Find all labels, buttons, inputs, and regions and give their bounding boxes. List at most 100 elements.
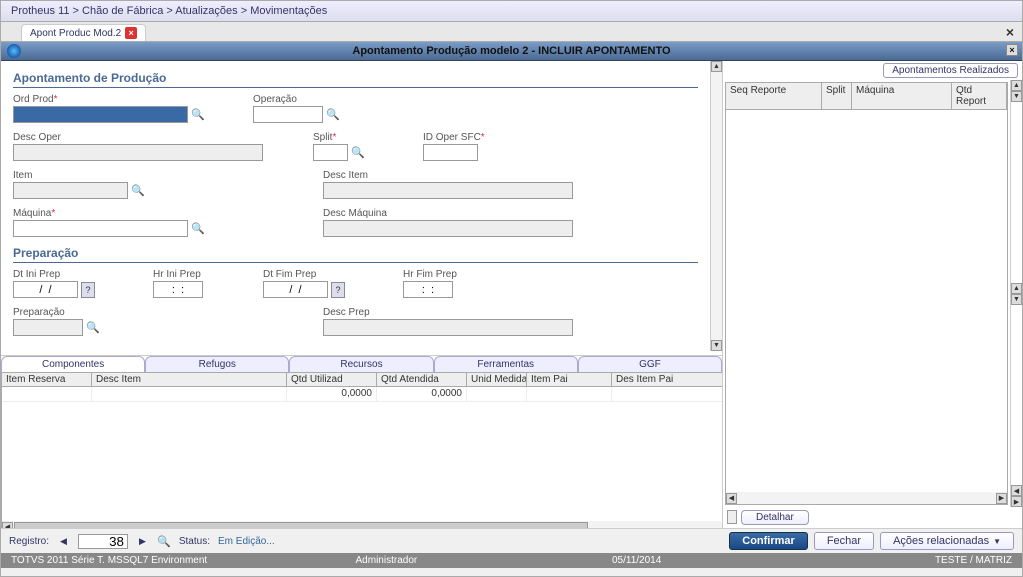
col-qtd-utilizad[interactable]: Qtd Utilizad [287,373,377,386]
col-item-reserva[interactable]: Item Reserva [2,373,92,386]
label-desc-item: Desc Item [323,170,583,181]
label-dt-ini-prep: Dt Ini Prep [13,269,113,280]
registro-input[interactable] [78,534,128,549]
dt-fim-prep-input[interactable] [263,281,328,298]
scroll-right-icon[interactable]: ▶ [1011,496,1022,507]
grid-header-row: Item Reserva Desc Item Qtd Utilizad Qtd … [2,373,722,387]
right-horizontal-scrollbar[interactable]: ◀ ▶ [726,492,1007,504]
confirmar-button[interactable]: Confirmar [729,532,808,550]
calendar-icon[interactable]: ? [81,282,95,298]
prev-record-icon[interactable]: ◀ [57,536,70,547]
search-icon[interactable]: 🔍 [131,184,145,198]
label-item: Item [13,170,163,181]
scroll-right-icon[interactable]: ▶ [996,493,1007,504]
form-vertical-scrollbar[interactable]: ▲ ▼ [710,61,722,351]
status-value: Em Edição... [218,536,275,547]
spin-down-icon[interactable]: ▼ [1011,294,1022,305]
window-close-icon[interactable]: × [1006,24,1014,40]
tab-recursos[interactable]: Recursos [289,356,433,372]
col-item-pai[interactable]: Item Pai [527,373,612,386]
maquina-input[interactable] [13,220,188,237]
title-bar: Apontamento Produção modelo 2 - INCLUIR … [1,42,1022,61]
label-maquina: Máquina* [13,208,213,219]
title-close-icon[interactable]: × [1006,44,1018,56]
col-maquina[interactable]: Máquina [852,83,952,109]
operacao-input[interactable] [253,106,323,123]
id-oper-sfc-input[interactable] [423,144,478,161]
tab-refugos[interactable]: Refugos [145,356,289,372]
spin-up-icon[interactable]: ▲ [1011,283,1022,294]
search-icon[interactable]: 🔍 [326,108,340,122]
spin-up-icon[interactable]: ▲ [1011,80,1022,91]
label-desc-oper: Desc Oper [13,132,273,143]
cell-qtd-atendida: 0,0000 [377,387,467,401]
scroll-left-icon[interactable]: ◀ [726,493,737,504]
col-desc-item[interactable]: Desc Item [92,373,287,386]
label-desc-maquina: Desc Máquina [323,208,583,219]
search-icon[interactable]: 🔍 [86,321,100,335]
scroll-left-icon[interactable]: ◀ [2,522,13,529]
col-qtd-report[interactable]: Qtd Report [952,83,1007,109]
chevron-down-icon: ▼ [993,537,1001,546]
tab-apont-produc[interactable]: Apont Produc Mod.2 × [21,24,146,41]
detail-tabs: Componentes Refugos Recursos Ferramentas… [1,355,722,372]
section-apontamento: Apontamento de Produção [13,71,698,88]
section-preparacao: Preparação [13,246,698,263]
next-record-icon[interactable]: ▶ [136,536,149,547]
preparacao-input [13,319,83,336]
label-ord-prod: Ord Prod* [13,94,213,105]
col-seq-reporte[interactable]: Seq Reporte [726,83,822,109]
col-des-item-pai[interactable]: Des Item Pai [612,373,722,386]
page-title: Apontamento Produção modelo 2 - INCLUIR … [352,45,670,57]
label-dt-fim-prep: Dt Fim Prep [263,269,363,280]
hr-fim-prep-input[interactable] [403,281,453,298]
tab-ferramentas[interactable]: Ferramentas [434,356,578,372]
search-icon[interactable]: 🔍 [191,108,205,122]
label-hr-ini-prep: Hr Ini Prep [153,269,223,280]
split-input[interactable] [313,144,348,161]
label-desc-prep: Desc Prep [323,307,583,318]
label-hr-fim-prep: Hr Fim Prep [403,269,473,280]
dt-ini-prep-input[interactable] [13,281,78,298]
right-spin-column[interactable]: ▲ ▼ ▲ ▼ ◀ ▶ [1010,80,1022,507]
detail-toggle-icon[interactable] [727,510,737,524]
close-icon[interactable]: × [125,27,137,39]
footer-user: Administrador [261,555,511,566]
tab-apontamentos-realizados[interactable]: Apontamentos Realizados [883,63,1018,78]
back-icon[interactable] [7,44,21,58]
search-icon[interactable]: 🔍 [191,222,205,236]
desc-prep-input [323,319,573,336]
label-operacao: Operação [253,94,353,105]
footer-date: 05/11/2014 [512,555,762,566]
ord-prod-input[interactable] [13,106,188,123]
tab-ggf[interactable]: GGF [578,356,722,372]
col-unid-medida[interactable]: Unid Medida [467,373,527,386]
search-icon[interactable]: 🔍 [351,146,365,160]
scroll-left-icon[interactable]: ◀ [1011,485,1022,496]
spin-down-icon[interactable]: ▼ [1011,91,1022,102]
grid-horizontal-scrollbar[interactable]: ◀ ▶ [2,521,722,528]
desc-oper-input [13,144,263,161]
table-row[interactable]: 0,0000 0,0000 [2,387,722,402]
fechar-button[interactable]: Fechar [814,532,874,550]
col-qtd-atendida[interactable]: Qtd Atendida [377,373,467,386]
scroll-up-icon[interactable]: ▲ [711,61,722,72]
apontamentos-table[interactable]: Seq Reporte Split Máquina Qtd Report ◀ ▶ [725,82,1008,505]
scroll-down-icon[interactable]: ▼ [711,340,722,351]
componentes-grid[interactable]: Item Reserva Desc Item Qtd Utilizad Qtd … [1,372,722,528]
status-bar: Registro: ◀ ▶ 🔍 Status: Em Edição... Con… [1,528,1022,553]
status-label: Status: [179,536,210,547]
footer-company: TESTE / MATRIZ [762,555,1012,566]
registro-label: Registro: [9,536,49,547]
acoes-relacionadas-button[interactable]: Ações relacionadas▼ [880,532,1014,550]
detalhar-button[interactable]: Detalhar [741,510,809,525]
footer-bar: TOTVS 2011 Série T. MSSQL7 Environment A… [1,553,1022,568]
cell-qtd-utilizad: 0,0000 [287,387,377,401]
search-icon[interactable]: 🔍 [157,534,171,548]
calendar-icon[interactable]: ? [331,282,345,298]
desc-maquina-input [323,220,573,237]
footer-environment: TOTVS 2011 Série T. MSSQL7 Environment [11,555,261,566]
col-split[interactable]: Split [822,83,852,109]
hr-ini-prep-input[interactable] [153,281,203,298]
tab-componentes[interactable]: Componentes [1,356,145,372]
